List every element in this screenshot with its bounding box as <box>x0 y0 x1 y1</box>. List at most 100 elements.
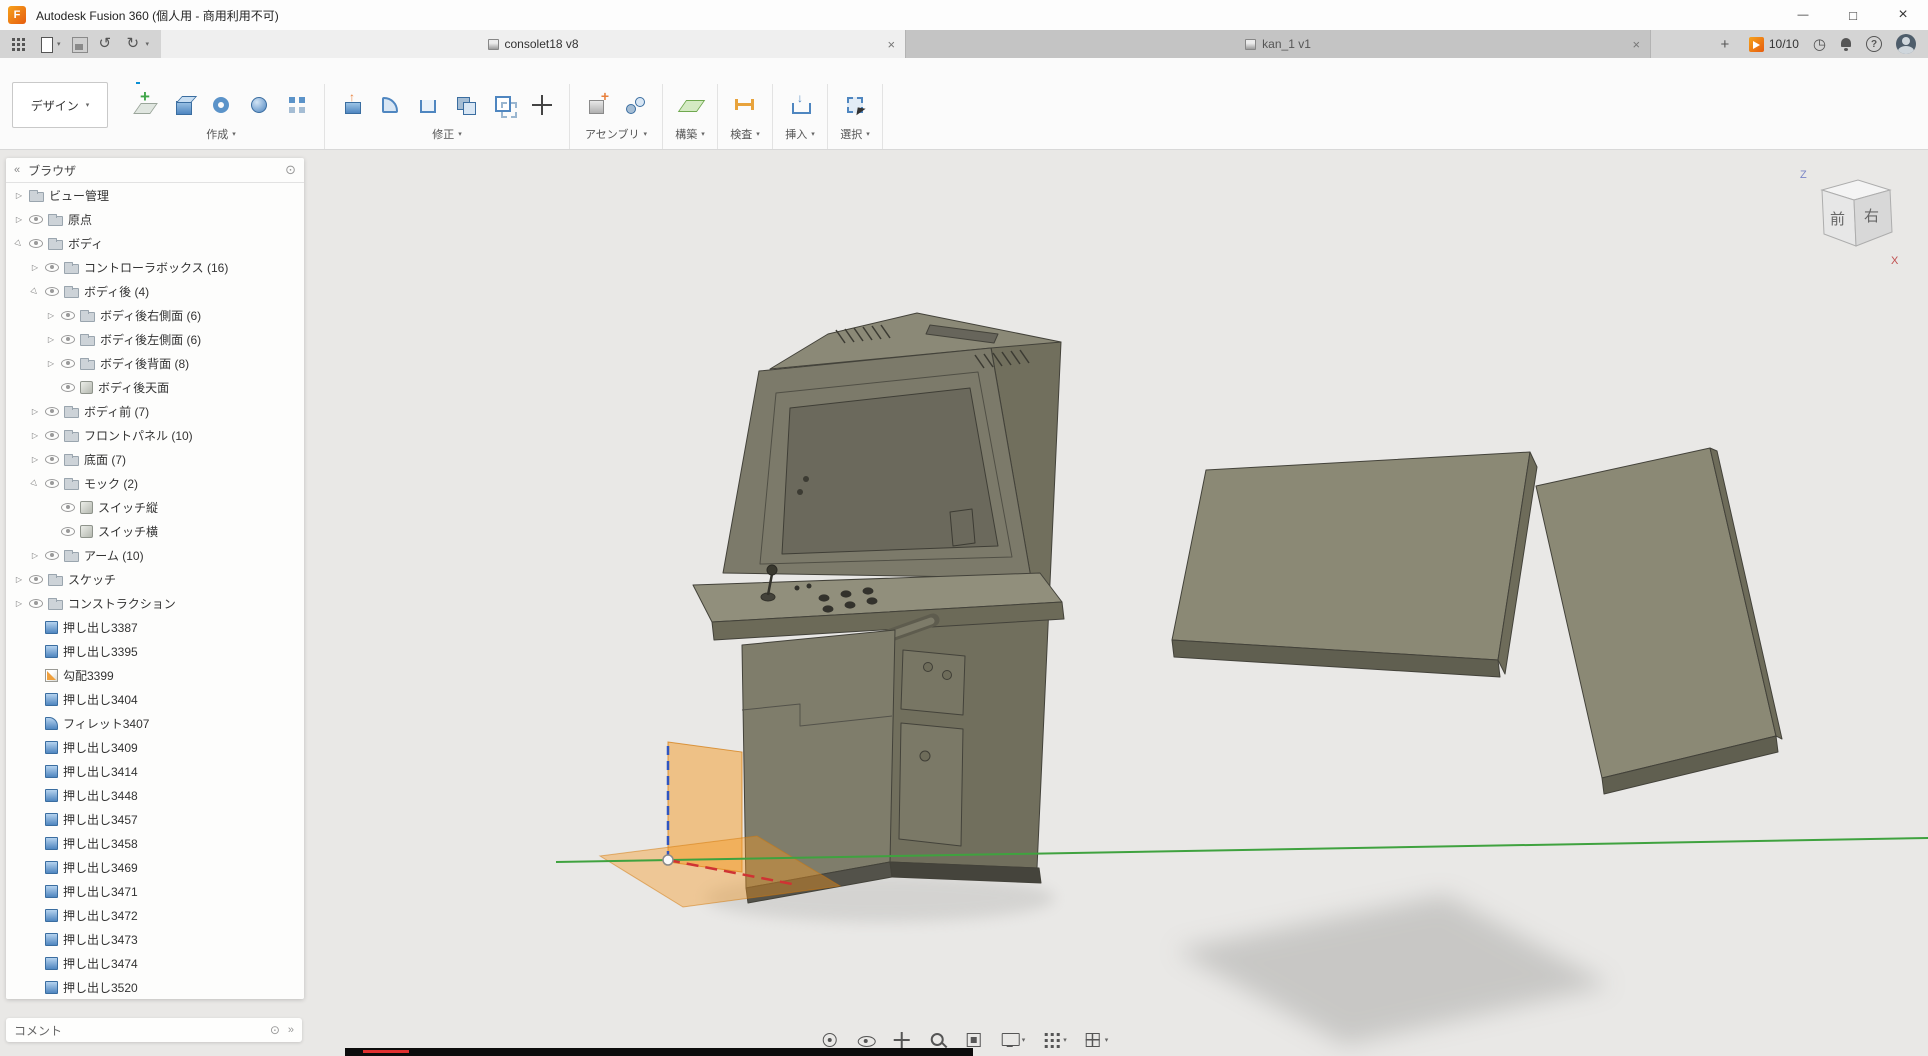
browser-row[interactable]: モック (2) <box>6 471 304 495</box>
ribbon-group-label[interactable]: 構築 <box>675 126 705 142</box>
visibility-eye-icon[interactable] <box>45 551 59 560</box>
viewport-canvas[interactable]: ブラウザ ビュー管理 原点 ボディ コントローラボックス (16) ボディ後 (… <box>0 150 1928 1056</box>
nav-tool[interactable] <box>1000 1030 1026 1050</box>
expand-arrow-icon[interactable] <box>28 284 41 297</box>
ribbon-tab[interactable] <box>170 64 174 84</box>
browser-row[interactable]: ボディ後天面 <box>6 375 304 399</box>
browser-row[interactable]: ボディ後左側面 (6) <box>6 327 304 351</box>
tool-button[interactable] <box>206 90 236 120</box>
browser-row[interactable]: 押し出し3473 <box>6 927 304 951</box>
ribbon-tab[interactable] <box>238 64 242 84</box>
browser-row[interactable]: アーム (10) <box>6 543 304 567</box>
flat-panel-model-2[interactable] <box>1536 448 1782 794</box>
nav-tool[interactable] <box>892 1030 912 1050</box>
tool-button[interactable] <box>130 90 160 120</box>
ribbon-tab[interactable] <box>306 64 310 84</box>
quick-toolbar-button[interactable] <box>93 30 121 58</box>
user-avatar[interactable] <box>1896 34 1916 54</box>
flat-panel-model-1[interactable] <box>1172 452 1537 677</box>
nav-tool[interactable] <box>820 1030 840 1050</box>
expand-arrow-icon[interactable] <box>30 455 40 464</box>
notifications-bell-icon[interactable] <box>1840 37 1852 51</box>
comment-bar[interactable]: コメント <box>6 1018 302 1042</box>
visibility-eye-icon[interactable] <box>29 239 43 248</box>
browser-row[interactable]: コントローラボックス (16) <box>6 255 304 279</box>
tool-button[interactable] <box>582 90 612 120</box>
browser-row[interactable]: 押し出し3409 <box>6 735 304 759</box>
visibility-eye-icon[interactable] <box>45 287 59 296</box>
visibility-eye-icon[interactable] <box>45 479 59 488</box>
browser-row[interactable]: 押し出し3457 <box>6 807 304 831</box>
browser-row[interactable]: 押し出し3448 <box>6 783 304 807</box>
tool-button[interactable] <box>675 90 705 120</box>
tool-button[interactable] <box>840 90 870 120</box>
tool-button[interactable] <box>375 90 405 120</box>
visibility-eye-icon[interactable] <box>29 215 43 224</box>
browser-row[interactable]: ボディ後右側面 (6) <box>6 303 304 327</box>
browser-row[interactable]: 押し出し3395 <box>6 639 304 663</box>
browser-row[interactable]: 押し出し3458 <box>6 831 304 855</box>
tool-button[interactable] <box>489 90 519 120</box>
browser-row[interactable]: スイッチ縦 <box>6 495 304 519</box>
expand-arrow-icon[interactable] <box>30 407 40 416</box>
browser-row[interactable]: ボディ後背面 (8) <box>6 351 304 375</box>
ribbon-tab[interactable] <box>204 64 208 84</box>
expand-comment-icon[interactable] <box>288 1024 294 1036</box>
expand-arrow-icon[interactable] <box>30 431 40 440</box>
browser-row[interactable]: 押し出し3469 <box>6 855 304 879</box>
arcade-cabinet-model[interactable] <box>693 313 1064 903</box>
close-tab-icon[interactable] <box>1632 37 1640 52</box>
nav-tool[interactable] <box>856 1030 876 1050</box>
maximize-icon[interactable] <box>1828 0 1878 30</box>
nav-tool[interactable] <box>928 1030 948 1050</box>
expand-arrow-icon[interactable] <box>30 551 40 560</box>
expand-arrow-icon[interactable] <box>12 236 25 249</box>
quick-toolbar-button[interactable] <box>32 30 65 58</box>
tool-button[interactable] <box>168 90 198 120</box>
expand-arrow-icon[interactable] <box>14 191 24 200</box>
ribbon-tab[interactable] <box>340 64 344 84</box>
visibility-eye-icon[interactable] <box>61 359 75 368</box>
display-settings-icon[interactable] <box>285 162 296 178</box>
browser-row[interactable]: 底面 (7) <box>6 447 304 471</box>
browser-row[interactable]: ボディ前 (7) <box>6 399 304 423</box>
browser-row[interactable]: ボディ <box>6 231 304 255</box>
expand-arrow-icon[interactable] <box>14 215 24 224</box>
expand-arrow-icon[interactable] <box>28 476 41 489</box>
expand-arrow-icon[interactable] <box>46 311 56 320</box>
browser-row[interactable]: 押し出し3404 <box>6 687 304 711</box>
document-tab[interactable]: kan_1 v1 <box>906 30 1651 58</box>
expand-arrow-icon[interactable] <box>14 599 24 608</box>
tool-button[interactable] <box>413 90 443 120</box>
visibility-eye-icon[interactable] <box>61 527 75 536</box>
browser-row[interactable]: コンストラクション <box>6 591 304 615</box>
browser-row[interactable]: 押し出し3414 <box>6 759 304 783</box>
visibility-eye-icon[interactable] <box>45 407 59 416</box>
visibility-eye-icon[interactable] <box>61 311 75 320</box>
browser-row[interactable]: スケッチ <box>6 567 304 591</box>
browser-row[interactable]: 押し出し3520 <box>6 975 304 999</box>
browser-row[interactable]: 押し出し3471 <box>6 879 304 903</box>
visibility-eye-icon[interactable] <box>45 431 59 440</box>
expand-arrow-icon[interactable] <box>30 263 40 272</box>
quick-toolbar-button[interactable] <box>4 30 32 58</box>
new-tab-button[interactable]: + <box>1711 30 1739 58</box>
browser-row[interactable]: フィレット3407 <box>6 711 304 735</box>
tool-button[interactable] <box>451 90 481 120</box>
browser-row[interactable]: スイッチ横 <box>6 519 304 543</box>
visibility-eye-icon[interactable] <box>61 383 75 392</box>
browser-row[interactable]: 原点 <box>6 207 304 231</box>
minimize-icon[interactable] <box>1778 0 1828 30</box>
visibility-eye-icon[interactable] <box>61 335 75 344</box>
comment-settings-icon[interactable] <box>270 1023 280 1037</box>
close-icon[interactable] <box>1878 0 1928 30</box>
ribbon-tab[interactable] <box>272 64 276 84</box>
ribbon-group-label[interactable]: 挿入 <box>785 126 815 142</box>
job-status-icon[interactable] <box>1813 35 1826 54</box>
tool-button[interactable] <box>785 90 815 120</box>
tool-button[interactable] <box>620 90 650 120</box>
visibility-eye-icon[interactable] <box>29 575 43 584</box>
browser-row[interactable]: ボディ後 (4) <box>6 279 304 303</box>
workspace-selector[interactable]: デザイン <box>12 82 108 128</box>
nav-tool[interactable] <box>1041 1030 1067 1050</box>
